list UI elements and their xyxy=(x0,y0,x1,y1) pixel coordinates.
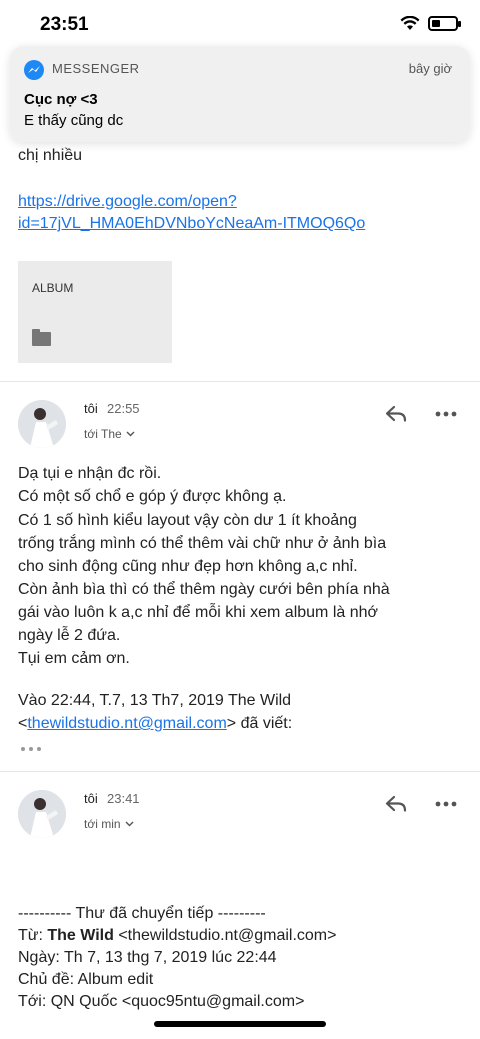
forward-separator: ---------- Thư đã chuyển tiếp --------- xyxy=(18,905,266,922)
message-divider xyxy=(0,771,480,772)
message-body-line: gái vào luôn k a,c nhỉ để mỗi khi xem al… xyxy=(18,604,379,621)
album-attachment[interactable]: ALBUM xyxy=(18,261,172,363)
recipient-details[interactable]: tới min xyxy=(84,817,134,831)
attachment-name: ALBUM xyxy=(32,281,74,295)
forward-from-name: The Wild xyxy=(47,927,114,944)
folder-icon xyxy=(32,329,51,346)
messenger-icon xyxy=(24,60,44,80)
chevron-down-icon xyxy=(125,821,134,827)
message-divider xyxy=(0,381,480,382)
messenger-notification[interactable]: MESSENGER bây giờ Cục nợ <3 E thấy cũng … xyxy=(10,46,470,142)
recipient-details[interactable]: tới The xyxy=(84,427,135,441)
recipient-label: tới The xyxy=(84,427,122,441)
forward-from-line: Từ: The Wild <thewildstudio.nt@gmail.com… xyxy=(18,925,336,947)
message-body-line: Dạ tụi e nhận đc rồi. xyxy=(18,465,162,482)
drive-link-line2[interactable]: id=17jVL_HMA0EhDVNboYcNeaAm-ITMOQ6Qo xyxy=(18,213,365,235)
home-indicator xyxy=(154,1021,326,1027)
quote-tail: > đã viết: xyxy=(226,715,293,732)
previous-message-fragment: chị nhiều xyxy=(18,147,83,164)
recipient-label: tới min xyxy=(84,817,121,831)
forwarded-header: ---------- Thư đã chuyển tiếp --------- … xyxy=(18,903,336,1013)
quote-email-link[interactable]: thewildstudio.nt@gmail.com xyxy=(27,715,226,732)
message-body-line: trống trắng mình có thể thêm vài chữ như… xyxy=(18,535,387,552)
wifi-icon xyxy=(400,16,420,30)
chevron-down-icon xyxy=(126,431,135,437)
forward-date-line: Ngày: Th 7, 13 thg 7, 2019 lúc 22:44 xyxy=(18,949,277,966)
status-time: 23:51 xyxy=(40,14,89,35)
message-body-line: Tụi em cảm ơn. xyxy=(18,650,130,667)
message-body-line: Có một số chổ e góp ý được không ạ. xyxy=(18,488,287,505)
forward-to-line: Tới: QN Quốc <quoc95ntu@gmail.com> xyxy=(18,993,305,1010)
more-icon[interactable] xyxy=(434,800,458,808)
status-icons xyxy=(400,16,461,31)
message-body-line: ngày lễ 2 đứa. xyxy=(18,627,121,644)
sender-name: tôi xyxy=(84,791,98,806)
notification-body: E thấy cũng dc xyxy=(24,112,124,129)
sender-name: tôi xyxy=(84,401,98,416)
notification-title: Cục nợ <3 xyxy=(24,91,98,108)
forward-from-email: <thewildstudio.nt@gmail.com> xyxy=(113,927,337,944)
message-body-line: cho sinh động cũng như đẹp hơn không a,c… xyxy=(18,558,358,575)
battery-level xyxy=(432,20,440,27)
show-trimmed-content-icon[interactable] xyxy=(20,744,42,754)
reply-icon[interactable] xyxy=(384,794,408,814)
battery-icon xyxy=(428,16,461,31)
quote-sender-line: <thewildstudio.nt@gmail.com> đã viết: xyxy=(18,713,292,735)
more-icon[interactable] xyxy=(434,410,458,418)
avatar[interactable] xyxy=(18,790,66,838)
notification-time: bây giờ xyxy=(408,61,452,76)
status-bar: 23:51 xyxy=(0,0,480,50)
forward-from-label: Từ: xyxy=(18,927,48,944)
drive-link-line1[interactable]: https://drive.google.com/open? xyxy=(18,191,237,213)
avatar[interactable] xyxy=(18,400,66,448)
message-body-line: Còn ảnh bìa thì có thể thêm ngày cưới bê… xyxy=(18,581,390,598)
sent-time: 23:41 xyxy=(107,791,140,806)
forward-subject-line: Chủ đề: Album edit xyxy=(18,971,154,988)
quote-lt: < xyxy=(18,715,28,732)
message-body-line: Có 1 số hình kiểu layout vậy còn dư 1 ít… xyxy=(18,512,357,529)
sent-time: 22:55 xyxy=(107,401,140,416)
reply-icon[interactable] xyxy=(384,404,408,424)
quote-intro: Vào 22:44, T.7, 13 Th7, 2019 The Wild xyxy=(18,692,292,709)
notification-app-name: MESSENGER xyxy=(52,61,140,76)
